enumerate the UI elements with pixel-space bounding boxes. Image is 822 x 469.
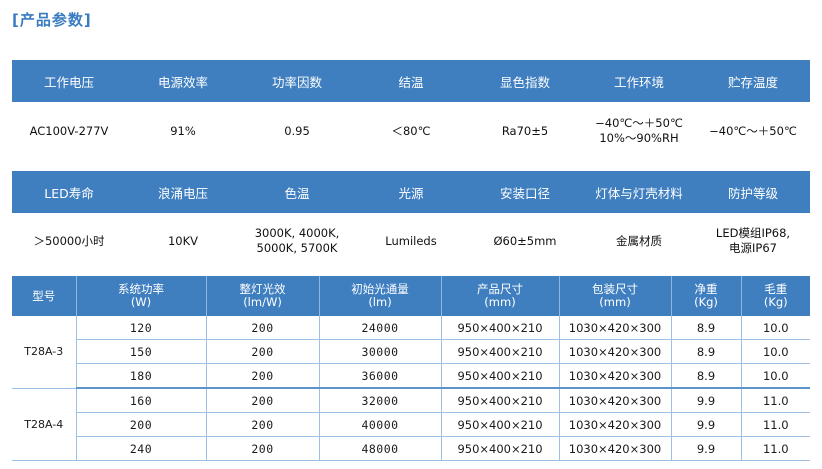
cell-flux: 30000 xyxy=(319,339,442,364)
cell-product-size: 950×400×210 xyxy=(441,316,560,340)
value-mount-diameter: Ø60±5mm xyxy=(493,233,557,248)
cell-flux: 40000 xyxy=(319,412,442,437)
cell-product-size: 950×400×210 xyxy=(441,363,560,389)
cell-power: 150 xyxy=(76,339,207,364)
header-led-life: LED寿命 xyxy=(44,185,94,201)
value-housing-material: 金属材质 xyxy=(616,233,662,248)
cell-gross-weight: 10.0 xyxy=(741,316,810,340)
spec-band-2-header: LED寿命 浪涌电压 色温 光源 安装口径 灯体与灯壳材料 防护等级 xyxy=(12,171,810,213)
value-led-life: ＞50000小时 xyxy=(33,233,105,248)
cell-power: 120 xyxy=(76,316,207,340)
col-header-product-size: 产品尺寸 (mm) xyxy=(441,276,560,316)
value-voltage: AC100V-277V xyxy=(29,123,109,138)
header-efficiency: 电源效率 xyxy=(157,74,208,90)
table-header-row: 型号 系统功率 (W) 整灯光效 (lm/W) 初始光通量 (lm) 产品尺寸 … xyxy=(12,276,810,316)
col-header-power: 系统功率 (W) xyxy=(76,276,207,316)
value-light-source: Lumileds xyxy=(385,233,437,248)
table-row: 150 200 30000 950×400×210 1030×420×300 8… xyxy=(12,339,810,364)
cell-power: 240 xyxy=(76,436,207,461)
cell-net-weight: 9.9 xyxy=(671,412,742,437)
model-cell: T28A-3 xyxy=(12,316,77,389)
cell-efficacy: 200 xyxy=(206,339,320,364)
value-storage-temp: −40℃～＋50℃ xyxy=(709,123,797,138)
page-title: [产品参数] xyxy=(12,11,92,29)
header-storage-temp: 贮存温度 xyxy=(727,74,778,90)
table-row: 240 200 48000 950×400×210 1030×420×300 9… xyxy=(12,436,810,461)
table-row: 180 200 36000 950×400×210 1030×420×300 8… xyxy=(12,363,810,389)
cell-gross-weight: 10.0 xyxy=(741,363,810,389)
table-row: T28A-3 120 200 24000 950×400×210 1030×42… xyxy=(12,316,810,389)
value-cri: Ra70±5 xyxy=(501,123,549,138)
cell-net-weight: 9.9 xyxy=(671,388,742,413)
header-voltage: 工作电压 xyxy=(43,74,94,90)
cell-power: 160 xyxy=(76,388,207,413)
cell-efficacy: 200 xyxy=(206,363,320,389)
cell-gross-weight: 11.0 xyxy=(741,412,810,437)
cell-net-weight: 8.9 xyxy=(671,339,742,364)
cell-net-weight: 8.9 xyxy=(671,316,742,340)
col-header-efficacy: 整灯光效 (lm/W) xyxy=(206,276,320,316)
cell-net-weight: 8.9 xyxy=(671,363,742,389)
col-header-net-weight: 净重 (Kg) xyxy=(671,276,742,316)
col-header-package-size: 包装尺寸 (mm) xyxy=(559,276,672,316)
cell-power: 180 xyxy=(76,363,207,389)
cell-net-weight: 9.9 xyxy=(671,436,742,461)
header-cri: 显色指数 xyxy=(499,74,550,90)
header-junction-temp: 结温 xyxy=(398,74,424,90)
spec-band-1-values: AC100V-277V 91% 0.95 ＜80℃ Ra70±5 −40℃～＋5… xyxy=(12,102,810,160)
cell-efficacy: 200 xyxy=(206,412,320,437)
table-row: 200 200 40000 950×400×210 1030×420×300 9… xyxy=(12,412,810,437)
cell-package-size: 1030×420×300 xyxy=(559,436,672,461)
cell-product-size: 950×400×210 xyxy=(441,339,560,364)
cell-flux: 24000 xyxy=(319,316,442,340)
value-surge: 10KV xyxy=(167,233,199,248)
cell-flux: 36000 xyxy=(319,363,442,389)
cell-gross-weight: 10.0 xyxy=(741,339,810,364)
header-housing-material: 灯体与灯壳材料 xyxy=(595,185,683,201)
spec-band-2-values: ＞50000小时 10KV 3000K, 4000K, 5000K, 5700K… xyxy=(12,213,810,269)
cell-product-size: 950×400×210 xyxy=(441,412,560,437)
cell-efficacy: 200 xyxy=(206,436,320,461)
cell-package-size: 1030×420×300 xyxy=(559,316,672,340)
value-cct: 3000K, 4000K, 5000K, 5700K xyxy=(254,226,340,255)
value-environment: −40℃～＋50℃ 10%～90%RH xyxy=(595,116,683,145)
cell-efficacy: 200 xyxy=(206,388,320,413)
cell-package-size: 1030×420×300 xyxy=(559,388,672,413)
header-cct: 色温 xyxy=(284,185,310,201)
value-junction-temp: ＜80℃ xyxy=(391,123,431,138)
header-power-factor: 功率因数 xyxy=(271,74,322,90)
value-efficiency: 91% xyxy=(170,123,196,138)
cell-package-size: 1030×420×300 xyxy=(559,339,672,364)
col-header-flux: 初始光通量 (lm) xyxy=(319,276,442,316)
cell-package-size: 1030×420×300 xyxy=(559,363,672,389)
value-power-factor: 0.95 xyxy=(284,123,310,138)
value-ip-rating: LED模组IP68, 电源IP67 xyxy=(715,226,791,255)
spec-band-1-header: 工作电压 电源效率 功率因数 结温 显色指数 工作环境 贮存温度 xyxy=(12,60,810,102)
cell-product-size: 950×400×210 xyxy=(441,388,560,413)
col-header-gross-weight: 毛重 (Kg) xyxy=(741,276,810,316)
col-header-model: 型号 xyxy=(12,276,77,316)
model-cell: T28A-4 xyxy=(12,388,77,461)
cell-flux: 48000 xyxy=(319,436,442,461)
cell-product-size: 950×400×210 xyxy=(441,436,560,461)
cell-flux: 32000 xyxy=(319,388,442,413)
cell-gross-weight: 11.0 xyxy=(741,388,810,413)
header-mount-diameter: 安装口径 xyxy=(499,185,550,201)
header-light-source: 光源 xyxy=(398,185,424,201)
cell-package-size: 1030×420×300 xyxy=(559,412,672,437)
cell-efficacy: 200 xyxy=(206,316,320,340)
cell-gross-weight: 11.0 xyxy=(741,436,810,461)
header-surge: 浪涌电压 xyxy=(157,185,208,201)
table-row: T28A-4 160 200 32000 950×400×210 1030×42… xyxy=(12,388,810,461)
cell-power: 200 xyxy=(76,412,207,437)
model-spec-table: 型号 系统功率 (W) 整灯光效 (lm/W) 初始光通量 (lm) 产品尺寸 … xyxy=(12,276,810,461)
header-ip-rating: 防护等级 xyxy=(727,185,778,201)
header-environment: 工作环境 xyxy=(613,74,664,90)
